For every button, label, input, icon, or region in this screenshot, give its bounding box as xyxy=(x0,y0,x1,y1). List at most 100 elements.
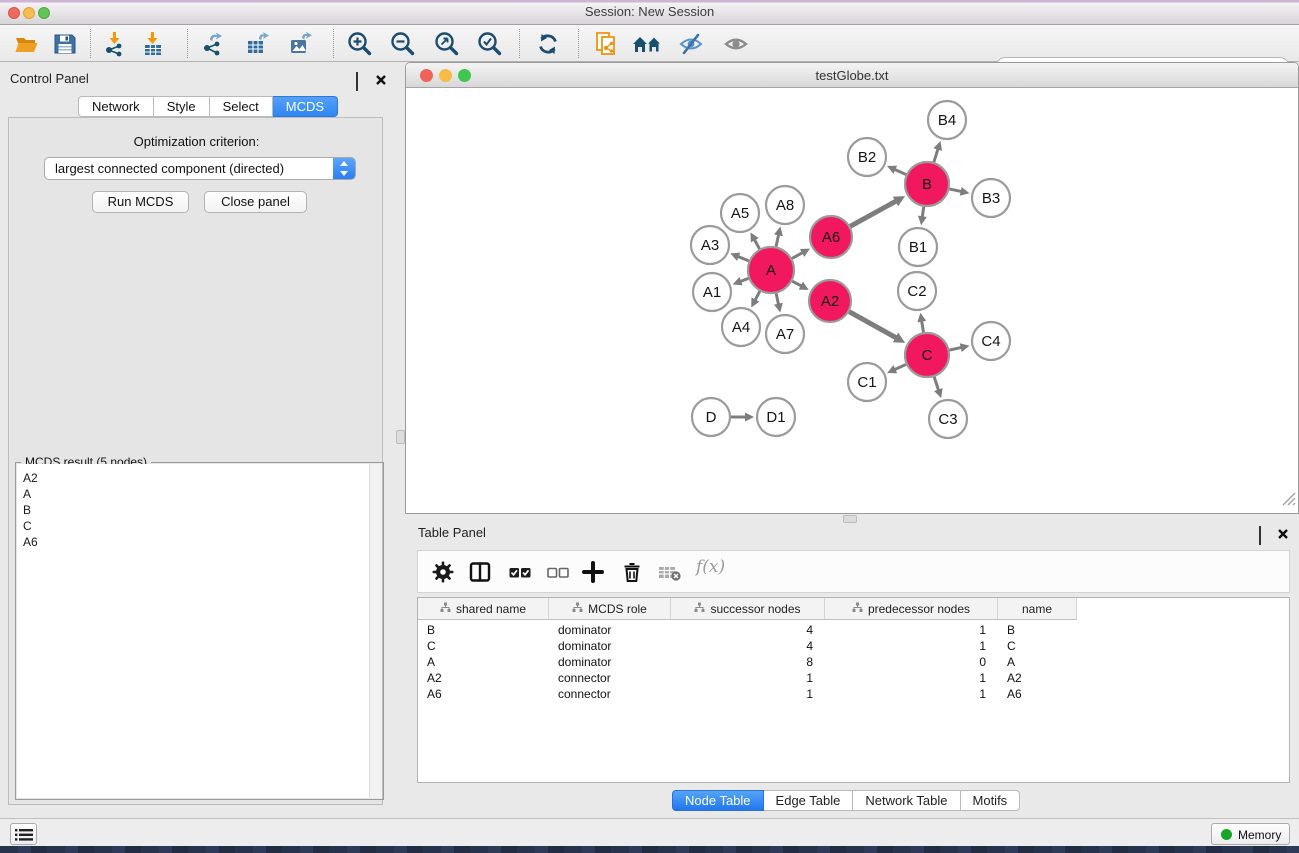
run-mcds-button[interactable]: Run MCDS xyxy=(92,191,189,213)
import-table-icon[interactable] xyxy=(140,31,166,57)
graph-node-A2[interactable]: A2 xyxy=(809,280,851,322)
panel-splitter-handle[interactable] xyxy=(396,430,405,444)
column-header-shared-name[interactable]: shared name xyxy=(418,598,549,620)
mcds-result-item[interactable]: C xyxy=(23,518,382,534)
export-table-icon[interactable] xyxy=(245,31,271,57)
graph-node-C[interactable]: C xyxy=(905,333,949,377)
graph-node-C3[interactable]: C3 xyxy=(929,400,967,438)
network-canvas[interactable]: AA1A3A5A8A4A7A6A2BB2B4B3B1CC2C4C1C3DD1 xyxy=(406,88,1298,513)
column-header-successor-nodes[interactable]: successor nodes xyxy=(671,598,825,620)
graph-edge-A6-B[interactable] xyxy=(850,196,905,226)
graph-edge-A-A5[interactable] xyxy=(751,232,760,249)
delete-column-icon[interactable] xyxy=(620,560,644,589)
tab-style[interactable]: Style xyxy=(154,96,210,117)
first-neighbors-icon[interactable] xyxy=(632,31,658,57)
mcds-result-item[interactable]: A6 xyxy=(23,534,382,550)
graph-node-C1[interactable]: C1 xyxy=(848,363,886,401)
tab-edge-table[interactable]: Edge Table xyxy=(764,790,854,811)
export-network-icon[interactable] xyxy=(200,31,226,57)
tab-select[interactable]: Select xyxy=(210,96,273,117)
graph-edge-C-C2[interactable] xyxy=(917,313,926,333)
graph-node-D[interactable]: D xyxy=(692,398,730,436)
horizontal-splitter-handle[interactable] xyxy=(843,515,857,523)
tab-network[interactable]: Network xyxy=(78,96,154,117)
graph-edge-B-B4[interactable] xyxy=(933,141,942,162)
graph-node-D1[interactable]: D1 xyxy=(757,398,795,436)
column-header-name[interactable]: name xyxy=(998,598,1077,620)
close-panel-button[interactable]: Close panel xyxy=(204,191,307,213)
table-row[interactable]: A2connector11A2 xyxy=(418,670,1289,686)
graph-node-B[interactable]: B xyxy=(905,162,949,206)
table-panel-close-icon[interactable] xyxy=(1277,527,1289,539)
graph-edge-A-A8[interactable] xyxy=(774,227,783,247)
open-file-icon[interactable] xyxy=(14,31,40,57)
graph-edge-A2-C[interactable] xyxy=(849,312,905,343)
function-builder-icon[interactable]: f(x) xyxy=(696,557,725,577)
task-history-button[interactable] xyxy=(10,823,37,845)
graph-edge-A-A6[interactable] xyxy=(792,249,810,259)
graph-node-C2[interactable]: C2 xyxy=(898,272,936,310)
graph-node-A1[interactable]: A1 xyxy=(693,273,731,311)
import-network-icon[interactable] xyxy=(102,31,128,57)
graph-node-B1[interactable]: B1 xyxy=(899,228,937,266)
graph-edge-A-A4[interactable] xyxy=(751,291,760,307)
zoom-in-icon[interactable] xyxy=(347,31,373,57)
graph-node-C4[interactable]: C4 xyxy=(972,322,1010,360)
deselect-all-icon[interactable] xyxy=(546,560,570,589)
table-row[interactable]: Cdominator41C xyxy=(418,638,1289,654)
network-window-titlebar[interactable]: testGlobe.txt xyxy=(406,63,1298,88)
mcds-result-item[interactable]: A xyxy=(23,486,382,502)
tab-mcds[interactable]: MCDS xyxy=(273,96,338,117)
tab-motifs[interactable]: Motifs xyxy=(961,790,1021,811)
mcds-result-scrollbar[interactable] xyxy=(369,464,382,798)
graph-node-B2[interactable]: B2 xyxy=(848,138,886,176)
graph-node-A8[interactable]: A8 xyxy=(766,186,804,224)
mcds-result-item[interactable]: A2 xyxy=(23,470,382,486)
memory-button[interactable]: Memory xyxy=(1211,823,1290,845)
tab-network-table[interactable]: Network Table xyxy=(853,790,960,811)
show-all-icon[interactable] xyxy=(723,31,749,57)
graph-edge-B-B3[interactable] xyxy=(949,187,969,196)
column-header-MCDS-role[interactable]: MCDS role xyxy=(549,598,671,620)
graph-edge-B-B1[interactable] xyxy=(918,207,927,225)
export-image-icon[interactable] xyxy=(288,31,314,57)
settings-gear-icon[interactable] xyxy=(431,560,455,589)
graph-edge-A-A1[interactable] xyxy=(733,277,749,285)
column-header-predecessor-nodes[interactable]: predecessor nodes xyxy=(825,598,998,620)
graph-edge-A-A3[interactable] xyxy=(730,253,748,261)
graph-node-A3[interactable]: A3 xyxy=(691,226,729,264)
graph-edge-C-C1[interactable] xyxy=(887,364,906,373)
mcds-result-item[interactable]: B xyxy=(23,502,382,518)
graph-edge-B-B2[interactable] xyxy=(887,166,906,175)
graph-edge-C-C3[interactable] xyxy=(934,377,943,398)
graph-edge-A-A2[interactable] xyxy=(792,281,809,290)
control-panel-float-icon[interactable] xyxy=(356,73,368,85)
graph-edge-A-A7[interactable] xyxy=(774,293,783,312)
graph-node-A7[interactable]: A7 xyxy=(766,315,804,353)
refresh-icon[interactable] xyxy=(535,31,561,57)
graph-edge-C-C4[interactable] xyxy=(949,343,969,352)
delete-table-icon[interactable] xyxy=(657,560,683,589)
resize-grip-icon[interactable] xyxy=(1282,492,1296,511)
tab-node-table[interactable]: Node Table xyxy=(672,790,764,811)
table-row[interactable]: Bdominator41B xyxy=(418,622,1289,638)
column-layout-icon[interactable] xyxy=(468,560,492,589)
zoom-selected-icon[interactable] xyxy=(477,31,503,57)
graph-node-B4[interactable]: B4 xyxy=(928,101,966,139)
graph-node-B3[interactable]: B3 xyxy=(972,179,1010,217)
table-row[interactable]: A6connector11A6 xyxy=(418,686,1289,702)
graph-node-A6[interactable]: A6 xyxy=(810,216,852,258)
save-session-icon[interactable] xyxy=(52,31,78,57)
graph-edge-D-D1[interactable] xyxy=(731,413,754,422)
new-network-from-selection-icon[interactable] xyxy=(594,31,620,57)
criterion-dropdown[interactable]: largest connected component (directed) xyxy=(44,157,356,180)
graph-node-A[interactable]: A xyxy=(748,247,794,293)
select-all-icon[interactable] xyxy=(508,560,532,589)
table-row[interactable]: Adominator80A xyxy=(418,654,1289,670)
add-column-icon[interactable] xyxy=(581,560,605,589)
hide-selected-icon[interactable] xyxy=(678,31,704,57)
graph-node-A5[interactable]: A5 xyxy=(721,194,759,232)
table-panel-float-icon[interactable] xyxy=(1259,527,1271,539)
zoom-fit-icon[interactable] xyxy=(434,31,460,57)
control-panel-close-icon[interactable] xyxy=(375,73,387,85)
